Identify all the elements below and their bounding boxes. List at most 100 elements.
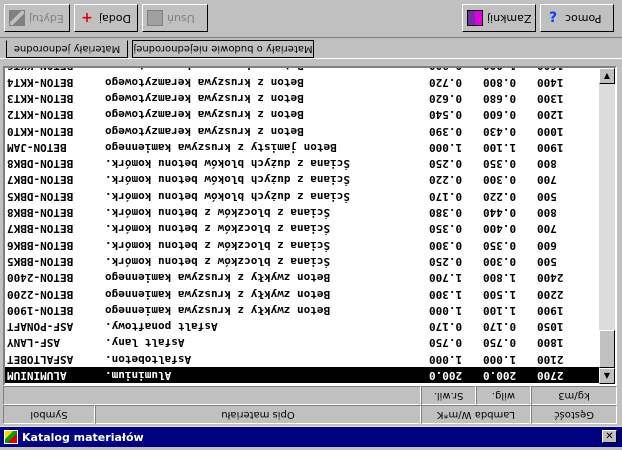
cell-symbol: BETON-DBK5 (7, 189, 74, 203)
cell-symbol: ASFALTOBET (7, 352, 74, 366)
help-button[interactable]: ? Pomoc (540, 4, 614, 32)
cell-density: 700 (537, 222, 557, 236)
cell-symbol: BETON-JAM (7, 140, 67, 154)
cell-density: 1000 (537, 124, 564, 138)
close-button[interactable]: ✕ (602, 430, 617, 443)
scroll-thumb[interactable] (599, 330, 615, 368)
table-row[interactable]: BETON-DBK5 Ściana z dużych bloków betonu … (5, 188, 601, 204)
cell-lambda: 200.0 (429, 369, 463, 382)
cell-description: Ściana z bloczków z betonu komórk. (105, 206, 331, 219)
table-row[interactable]: BETON-2400 Beton zwykły z kruszywa kamien… (5, 269, 601, 285)
table-row[interactable]: BETON-DBK8 Ściana z dużych bloków betonu … (5, 155, 601, 171)
cell-lambda: 0.900 (429, 68, 479, 73)
cell-description: Beton jamisty z kruszywa kamiennego (105, 140, 337, 154)
cell-symbol: ALUMINIUM (7, 369, 67, 382)
delete-button[interactable]: Usuń (142, 4, 208, 32)
cell-density: 1900 (537, 303, 564, 317)
cell-lambda: 1.000 (429, 140, 463, 154)
cell-description: Beton z kruszywa keramzytowego (105, 91, 304, 105)
cell-spec-heat: 0.440 (483, 206, 517, 219)
table-row[interactable]: ASF-LANY Asfalt lany. 0.750 0.750 1800 (5, 334, 601, 350)
scroll-down-button[interactable]: ▼ (599, 368, 615, 384)
header-symbol-label: Symbol (30, 409, 68, 420)
cell-spec-heat: 200.0 (483, 369, 517, 382)
exit-label: Zamknij (486, 11, 531, 25)
table-row[interactable]: BETON-KKT0 Beton z kruszywa keramzytowego… (5, 123, 601, 139)
cell-spec-heat: 0.430 (483, 124, 517, 138)
cell-spec-heat: 0.800 (483, 75, 517, 89)
header-spec-heat-1[interactable]: Sr.wil. (421, 386, 476, 405)
cell-density: 600 (537, 238, 557, 252)
cell-symbol: BETON-KKT6 (7, 68, 103, 73)
cell-description: Ściana z dużych bloków betonu komórk. (105, 189, 351, 203)
table-row[interactable]: BETON-KKT6Beton z kruszywa keramzytowego… (5, 68, 601, 73)
cell-density: 1200 (537, 108, 564, 122)
delete-label: Usuń (167, 11, 195, 25)
cell-symbol: BETON-BBK5 (7, 254, 74, 268)
cell-lambda: 0.380 (429, 206, 463, 219)
cell-spec-heat: 1.000 (483, 68, 535, 73)
cell-description: Ściana z bloczków z betonu komórk. (105, 254, 331, 268)
cell-description: Beton z kruszywa keramzytowego (105, 124, 304, 138)
cell-symbol: ASF-LANY (7, 336, 60, 350)
vertical-scrollbar[interactable]: ▲ ▼ (599, 68, 615, 384)
header-density-unit[interactable]: kg/m3 (531, 386, 617, 405)
cell-density: 1800 (537, 336, 564, 350)
cell-spec-heat: 0.170 (483, 320, 517, 334)
header-lambda[interactable]: Lambda W/m*K (421, 405, 531, 424)
cell-symbol: BETON-KKT2 (7, 108, 74, 122)
cell-density: 2200 (537, 287, 564, 301)
cell-lambda: 0.250 (429, 157, 463, 171)
add-button[interactable]: + Dodaj (74, 4, 138, 32)
divider (0, 58, 622, 59)
cell-lambda: 0.350 (429, 222, 463, 236)
table-row[interactable]: BETON-DBK7 Ściana z dużych bloków betonu … (5, 171, 601, 187)
cell-spec-heat: 0.750 (483, 336, 517, 350)
table-row[interactable]: ASF-PONAFT Asfalt ponaftowy. 0.170 0.170 105… (5, 318, 601, 334)
table-row[interactable]: BETON-2200 Beton zwykły z kruszywa kamien… (5, 286, 601, 302)
cell-spec-heat: 1.800 (483, 271, 517, 285)
cell-lambda: 1.000 (429, 352, 463, 366)
table-row[interactable]: ASFALTOBET Asfaltobeton. 1.000 1.000 2100 (5, 351, 601, 367)
cell-density: 800 (537, 157, 557, 171)
cell-density: 700 (537, 173, 557, 187)
cell-spec-heat: 1.000 (483, 352, 517, 366)
cell-spec-heat: 1.100 (483, 140, 517, 154)
table-row[interactable]: BETON-BBK8 Ściana z bloczków z betonu kom… (5, 204, 601, 220)
cell-spec-heat: 0.350 (483, 238, 517, 252)
cell-spec-heat: 0.220 (483, 189, 517, 203)
header-description[interactable]: Opis materiału (95, 405, 421, 424)
delete-icon (147, 10, 163, 26)
exit-button[interactable]: Zamknij (462, 4, 536, 32)
table-row[interactable]: BETON-KKT2 Beton z kruszywa keramzytowego… (5, 106, 601, 122)
cell-density: 800 (537, 206, 557, 219)
tab-homogeneous[interactable]: Materiały jednorodne (6, 40, 128, 58)
table-row[interactable]: BETON-1900 Beton zwykły z kruszywa kamien… (5, 302, 601, 318)
edit-button[interactable]: Edytuj (4, 4, 70, 32)
cell-description: Ściana z bloczków z betonu komórk. (105, 222, 331, 236)
header-density-unit-label: kg/m3 (558, 390, 590, 401)
cell-symbol: BETON-DBK7 (7, 173, 74, 187)
materials-list[interactable]: ALUMINIUM Aluminium. 200.0 200.0 2700 ASFALTO… (3, 66, 617, 386)
table-row[interactable]: BETON-KKT3 Beton z kruszywa keramzytowego… (5, 90, 601, 106)
table-row[interactable]: BETON-BBK5 Ściana z bloczków z betonu kom… (5, 253, 601, 269)
table-row[interactable]: BETON-BBK6 Ściana z bloczków z betonu kom… (5, 237, 601, 253)
cell-density: 1050 (537, 320, 564, 334)
tab-heterogeneous[interactable]: Materiały o budowie niejednorodnej (132, 40, 314, 58)
scroll-up-button[interactable]: ▲ (599, 68, 615, 84)
cell-symbol: BETON-1900 (7, 303, 74, 317)
window-title: Katalog materiałów (22, 430, 144, 444)
table-row[interactable]: BETON-JAM Beton jamisty z kruszywa kamien… (5, 139, 601, 155)
title-bar[interactable]: Katalog materiałów ✕ (0, 426, 622, 447)
header-symbol[interactable]: Symbol (3, 405, 95, 424)
cell-description: Beton z kruszywa keramzytowego (105, 108, 304, 122)
header-density[interactable]: Gęstość (531, 405, 617, 424)
table-row[interactable]: BETON-KKT4 Beton z kruszywa keramzytowego… (5, 74, 601, 90)
cell-lambda: 0.250 (429, 254, 463, 268)
tab-homogeneous-label: Materiały jednorodne (13, 43, 121, 55)
table-row[interactable]: BETON-BBK7 Ściana z bloczków z betonu kom… (5, 220, 601, 236)
table-row[interactable]: ALUMINIUM Aluminium. 200.0 200.0 2700 (5, 367, 601, 383)
cell-description: Beton z kruszywa keramzytowego (105, 75, 304, 89)
header-spec-heat-2[interactable]: wilg. (476, 386, 531, 405)
toolbar: Edytuj + Dodaj Usuń Zamknij ? Pomoc (0, 0, 622, 38)
